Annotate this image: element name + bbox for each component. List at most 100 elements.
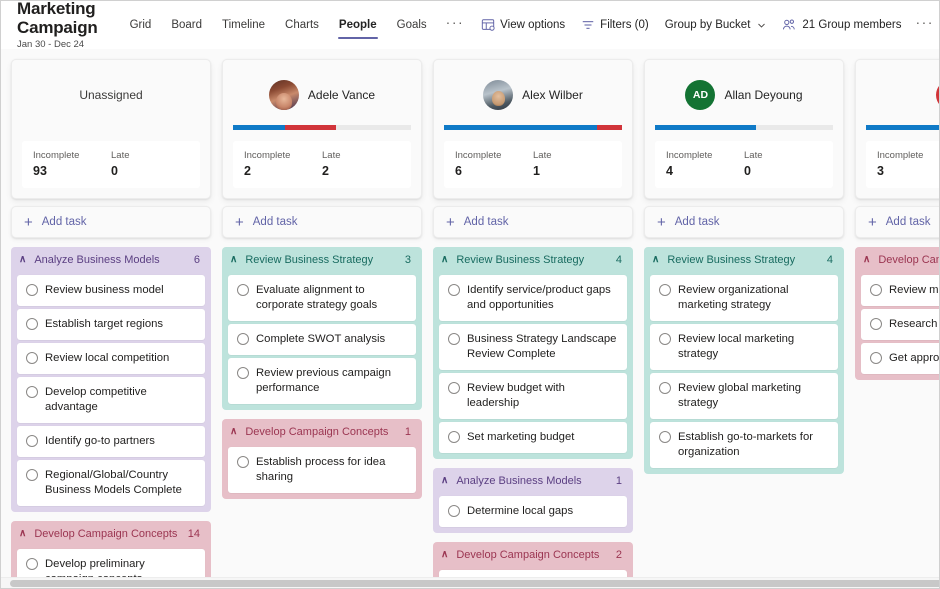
task-card[interactable]: Review organizational marketing strategy <box>650 275 838 321</box>
task-title: Evaluate alignment to corporate strategy… <box>256 283 407 313</box>
task-card[interactable]: Business Strategy Landscape Review Compl… <box>439 324 627 370</box>
tab-goals[interactable]: Goals <box>387 1 437 49</box>
add-task-label: Add task <box>886 216 931 228</box>
task-card[interactable]: Research market <box>861 309 939 340</box>
chevron-up-icon[interactable]: ∧ <box>19 255 26 265</box>
bucket-header[interactable]: ∧Review Business Strategy3 <box>228 247 416 272</box>
person-summary-card[interactable]: ADAllan DeyoungIncomplete4Late0 <box>644 59 844 199</box>
task-card[interactable]: Review budget with leadership <box>439 373 627 419</box>
bucket-header[interactable]: ∧Develop Campaign Concepts2 <box>439 542 627 567</box>
bucket-header[interactable]: ∧Analyze Business Models1 <box>439 468 627 493</box>
person-identity: BJ <box>866 72 939 118</box>
task-complete-checkbox[interactable] <box>26 318 38 330</box>
person-name: Alex Wilber <box>522 88 583 102</box>
task-complete-checkbox[interactable] <box>659 431 671 443</box>
chevron-up-icon[interactable]: ∧ <box>441 476 448 486</box>
bucket-header[interactable]: ∧Review Business Strategy4 <box>439 247 627 272</box>
chevron-up-icon[interactable]: ∧ <box>230 255 237 265</box>
task-complete-checkbox[interactable] <box>26 352 38 364</box>
task-card[interactable]: Establish process for idea sharing <box>228 447 416 493</box>
bucket-header[interactable]: ∧Develop Campaign Concepts14 <box>17 521 205 546</box>
task-complete-checkbox[interactable] <box>26 469 38 481</box>
group-members-button[interactable]: 21 Group members <box>774 14 909 36</box>
tab-people[interactable]: People <box>329 1 387 49</box>
task-complete-checkbox[interactable] <box>448 382 460 394</box>
task-complete-checkbox[interactable] <box>870 318 882 330</box>
add-task-button[interactable]: +Add task <box>222 206 422 238</box>
add-task-button[interactable]: +Add task <box>644 206 844 238</box>
task-complete-checkbox[interactable] <box>870 352 882 364</box>
task-card[interactable]: Review local marketing strategy <box>650 324 838 370</box>
people-board-scroll-region[interactable]: UnassignedIncomplete93Late0 +Add task ∧Ana… <box>1 49 939 588</box>
add-task-button[interactable]: +Add task <box>855 206 939 238</box>
task-card[interactable]: Review marketing campaign <box>861 275 939 306</box>
task-complete-checkbox[interactable] <box>448 505 460 517</box>
task-card[interactable]: Review business model <box>17 275 205 306</box>
task-complete-checkbox[interactable] <box>870 284 882 296</box>
task-card[interactable]: Determine local gaps <box>439 496 627 527</box>
horizontal-scrollbar-thumb[interactable] <box>10 580 939 587</box>
task-complete-checkbox[interactable] <box>448 333 460 345</box>
task-complete-checkbox[interactable] <box>26 386 38 398</box>
person-summary-card[interactable]: Adele VanceIncomplete2Late2 <box>222 59 422 199</box>
chevron-up-icon[interactable]: ∧ <box>652 255 659 265</box>
task-complete-checkbox[interactable] <box>26 558 38 570</box>
task-card[interactable]: Establish go-to-markets for organization <box>650 422 838 468</box>
bucket-header[interactable]: ∧Develop Campaign Concepts <box>861 247 939 272</box>
person-summary-card[interactable]: Alex WilberIncomplete6Late1 <box>433 59 633 199</box>
task-title: Develop competitive advantage <box>45 385 196 415</box>
task-card[interactable]: Identify service/product gaps and opport… <box>439 275 627 321</box>
add-task-button[interactable]: +Add task <box>11 206 211 238</box>
view-options-button[interactable]: View options <box>473 14 573 36</box>
task-card[interactable]: Review global marketing strategy <box>650 373 838 419</box>
task-card[interactable]: Review local competition <box>17 343 205 374</box>
task-card[interactable]: Get approval <box>861 343 939 374</box>
task-complete-checkbox[interactable] <box>26 284 38 296</box>
task-complete-checkbox[interactable] <box>26 435 38 447</box>
task-card[interactable]: Regional/Global/Country Business Models … <box>17 460 205 506</box>
task-complete-checkbox[interactable] <box>659 284 671 296</box>
task-title: Establish go-to-markets for organization <box>678 430 829 460</box>
task-card[interactable]: Evaluate alignment to corporate strategy… <box>228 275 416 321</box>
person-summary-card[interactable]: BJIncomplete3Late <box>855 59 939 199</box>
task-card[interactable]: Complete SWOT analysis <box>228 324 416 355</box>
task-card[interactable]: Review previous campaign performance <box>228 358 416 404</box>
horizontal-scrollbar[interactable] <box>1 577 939 588</box>
add-task-button[interactable]: +Add task <box>433 206 633 238</box>
bucket-header[interactable]: ∧Analyze Business Models6 <box>17 247 205 272</box>
bucket-list: ∧Develop Campaign Concepts Review marketi… <box>855 247 939 380</box>
task-complete-checkbox[interactable] <box>237 333 249 345</box>
avatar: AD <box>685 80 715 110</box>
task-complete-checkbox[interactable] <box>237 367 249 379</box>
header-overflow-button[interactable]: ··· <box>909 14 940 36</box>
tab-board[interactable]: Board <box>161 1 212 49</box>
group-by-dropdown[interactable]: Group by Bucket <box>657 15 775 35</box>
task-card[interactable]: Set marketing budget <box>439 422 627 453</box>
chevron-up-icon[interactable]: ∧ <box>441 255 448 265</box>
tab-timeline[interactable]: Timeline <box>212 1 275 49</box>
task-complete-checkbox[interactable] <box>448 284 460 296</box>
task-complete-checkbox[interactable] <box>237 284 249 296</box>
bucket-list: ∧Review Business Strategy3 Evaluate align… <box>222 247 422 499</box>
bucket-header[interactable]: ∧Develop Campaign Concepts1 <box>228 419 416 444</box>
bucket-task-count: 2 <box>616 549 622 561</box>
tab-charts[interactable]: Charts <box>275 1 329 49</box>
task-card[interactable]: Establish target regions <box>17 309 205 340</box>
chevron-up-icon[interactable]: ∧ <box>441 550 448 560</box>
filters-button[interactable]: Filters (0) <box>573 14 657 36</box>
task-complete-checkbox[interactable] <box>237 456 249 468</box>
chevron-up-icon[interactable]: ∧ <box>19 529 26 539</box>
task-card[interactable]: Develop competitive advantage <box>17 377 205 423</box>
tab-overflow-button[interactable]: ··· <box>437 1 474 49</box>
task-complete-checkbox[interactable] <box>659 382 671 394</box>
bucket-name: Develop Campaign Concepts <box>245 426 397 438</box>
chevron-up-icon[interactable]: ∧ <box>230 427 237 437</box>
person-column: UnassignedIncomplete93Late0 +Add task ∧Ana… <box>11 59 211 588</box>
task-complete-checkbox[interactable] <box>448 431 460 443</box>
person-summary-card[interactable]: UnassignedIncomplete93Late0 <box>11 59 211 199</box>
task-card[interactable]: Identify go-to partners <box>17 426 205 457</box>
chevron-up-icon[interactable]: ∧ <box>863 255 870 265</box>
task-complete-checkbox[interactable] <box>659 333 671 345</box>
bucket-header[interactable]: ∧Review Business Strategy4 <box>650 247 838 272</box>
tab-grid[interactable]: Grid <box>120 1 162 49</box>
